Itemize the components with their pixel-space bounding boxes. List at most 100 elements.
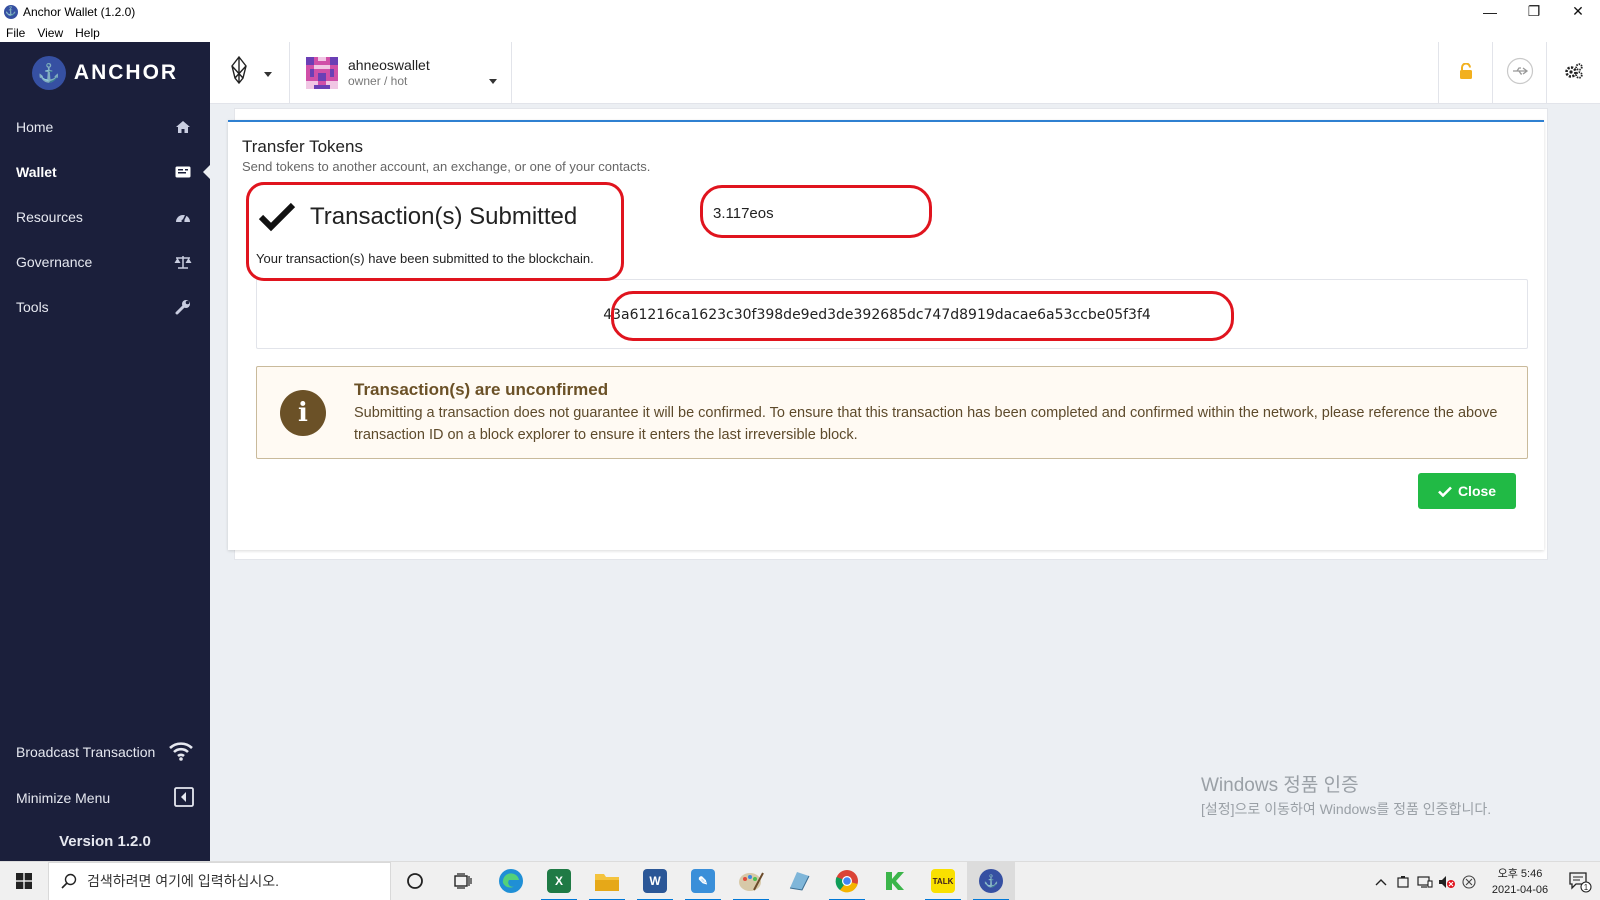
transaction-id[interactable]: 43a61216ca1623c30f398de9ed3de392685dc747… — [257, 307, 1527, 323]
wifi-icon — [168, 741, 194, 764]
taskbar-app-excel[interactable]: X — [535, 862, 583, 900]
search-placeholder: 검색하려면 여기에 입력하십시오. — [87, 873, 279, 889]
ime-icon[interactable] — [1458, 862, 1480, 900]
taskbar-app-kakao-green[interactable] — [871, 862, 919, 900]
taskbar-app-chrome[interactable] — [823, 862, 871, 900]
account-selector[interactable]: ahneoswallet owner / hot — [290, 41, 512, 104]
warning-text: Submitting a transaction does not guaran… — [354, 405, 1498, 443]
cortana-button[interactable] — [391, 862, 439, 900]
lock-wallet-button[interactable] — [1438, 42, 1492, 104]
usb-device-button[interactable] — [1492, 42, 1546, 104]
window-title: Anchor Wallet (1.2.0) — [23, 4, 136, 19]
sidebar-item-tools[interactable]: Tools — [0, 284, 210, 329]
excel-icon: X — [547, 869, 571, 893]
sidebar-item-home[interactable]: Home — [0, 104, 210, 149]
anchor-icon: ⚓ — [979, 869, 1003, 893]
menubar: File View Help — [0, 23, 1600, 42]
task-view-button[interactable] — [439, 862, 487, 900]
lock-icon — [1459, 62, 1473, 84]
notification-icon: 1 — [1569, 871, 1592, 893]
start-button[interactable] — [0, 862, 48, 900]
sidebar-item-wallet[interactable]: Wallet — [0, 149, 210, 194]
app-icon — [789, 872, 810, 891]
cortana-icon — [407, 873, 423, 889]
taskbar-app-misc[interactable] — [775, 862, 823, 900]
word-icon: W — [643, 869, 667, 893]
balance-scale-icon — [174, 253, 192, 271]
chain-selector[interactable] — [210, 41, 290, 104]
chevron-down-icon — [263, 64, 272, 82]
taskbar-search[interactable]: 검색하려면 여기에 입력하십시오. — [48, 861, 391, 900]
close-window-button[interactable]: ✕ — [1556, 0, 1600, 23]
taskbar-app-kakaotalk[interactable]: TALK — [919, 862, 967, 900]
transfer-tokens-panel: Transfer Tokens Send tokens to another a… — [228, 120, 1544, 550]
chevron-up-icon[interactable] — [1370, 862, 1392, 900]
sidebar-item-label: Governance — [16, 253, 93, 270]
main-content: Transfer Tokens Send tokens to another a… — [210, 104, 1600, 861]
account-name: ahneoswallet — [348, 57, 430, 73]
app-header: ahneoswallet owner / hot — [210, 41, 1600, 104]
anchor-logo-icon: ⚓ — [31, 56, 66, 90]
taskbar-app-explorer[interactable] — [583, 862, 631, 900]
check-icon — [1438, 486, 1452, 497]
settings-button[interactable] — [1546, 42, 1600, 104]
device-icon[interactable] — [1392, 862, 1414, 900]
windows-logo-icon — [16, 873, 32, 889]
amount-annotation: 3.117eos — [713, 205, 774, 222]
taskbar-clock[interactable]: 오후 5:46 2021-04-06 — [1480, 866, 1560, 898]
menu-help[interactable]: Help — [75, 26, 100, 40]
taskbar-app-word[interactable]: W — [631, 862, 679, 900]
transaction-id-box: 43a61216ca1623c30f398de9ed3de392685dc747… — [256, 279, 1528, 349]
account-permission: owner / hot — [348, 74, 408, 88]
home-icon — [174, 118, 192, 136]
wrench-icon — [174, 298, 192, 316]
minimize-button[interactable]: — — [1468, 0, 1512, 23]
wallet-icon — [174, 163, 192, 181]
usb-icon — [1506, 57, 1534, 90]
page-title: Transfer Tokens — [242, 137, 363, 156]
brand-name: ANCHOR — [73, 61, 179, 84]
notification-center-button[interactable]: 1 — [1560, 862, 1600, 900]
file-explorer-icon — [595, 874, 619, 891]
window-titlebar: ⚓ Anchor Wallet (1.2.0) — ❐ ✕ — [0, 0, 1600, 23]
watermark-line2: [설정]으로 이동하여 Windows를 정품 인증합니다. — [1201, 801, 1492, 817]
close-button-label: Close — [1457, 483, 1497, 499]
version-label: Version 1.2.0 — [59, 832, 151, 850]
window-controls: — ❐ ✕ — [1468, 0, 1600, 23]
collapse-left-icon — [174, 786, 194, 810]
broadcast-transaction-button[interactable]: Broadcast Transaction — [0, 729, 210, 775]
volume-muted-icon[interactable] — [1436, 862, 1458, 900]
clock-time: 오후 5:46 — [1497, 867, 1543, 880]
brand: ⚓ ANCHOR — [0, 42, 210, 104]
taskbar-app-anchor[interactable]: ⚓ — [967, 861, 1015, 900]
paint-icon — [739, 872, 764, 891]
sidebar-item-label: Resources — [16, 208, 83, 225]
sidebar-item-label: Home — [16, 118, 54, 135]
restore-button[interactable]: ❐ — [1512, 0, 1556, 23]
anchor-app-icon: ⚓ — [4, 4, 18, 19]
edge-icon — [499, 869, 523, 893]
sidebar-item-label: Tools — [16, 298, 49, 315]
taskbar-app-paint[interactable] — [727, 862, 775, 900]
windows-activation-watermark: Windows 정품 인증 [설정]으로 이동하여 Windows를 정품 인증… — [1201, 770, 1491, 819]
close-button[interactable]: Close — [1418, 473, 1516, 509]
eos-chain-icon — [228, 55, 250, 89]
minimize-menu-button[interactable]: Minimize Menu — [0, 775, 210, 821]
menu-view[interactable]: View — [37, 26, 63, 40]
submitted-header: Transaction(s) Submitted — [258, 202, 594, 232]
warning-title: Transaction(s) are unconfirmed — [354, 380, 609, 399]
avatar — [306, 56, 338, 89]
account-info: ahneoswallet owner / hot — [348, 57, 430, 88]
network-icon[interactable] — [1414, 862, 1436, 900]
sidebar-item-resources[interactable]: Resources — [0, 194, 210, 239]
taskbar-app-edge[interactable] — [487, 862, 535, 900]
header-actions — [1438, 42, 1600, 104]
taskbar-app-notepad[interactable]: ✎ — [679, 862, 727, 900]
sidebar-item-governance[interactable]: Governance — [0, 239, 210, 284]
clock-date: 2021-04-06 — [1491, 883, 1549, 896]
task-view-icon — [454, 873, 472, 889]
sidebar-item-label: Wallet — [16, 163, 57, 180]
notepad-icon: ✎ — [691, 869, 715, 893]
search-icon — [61, 873, 77, 889]
menu-file[interactable]: File — [6, 26, 25, 40]
